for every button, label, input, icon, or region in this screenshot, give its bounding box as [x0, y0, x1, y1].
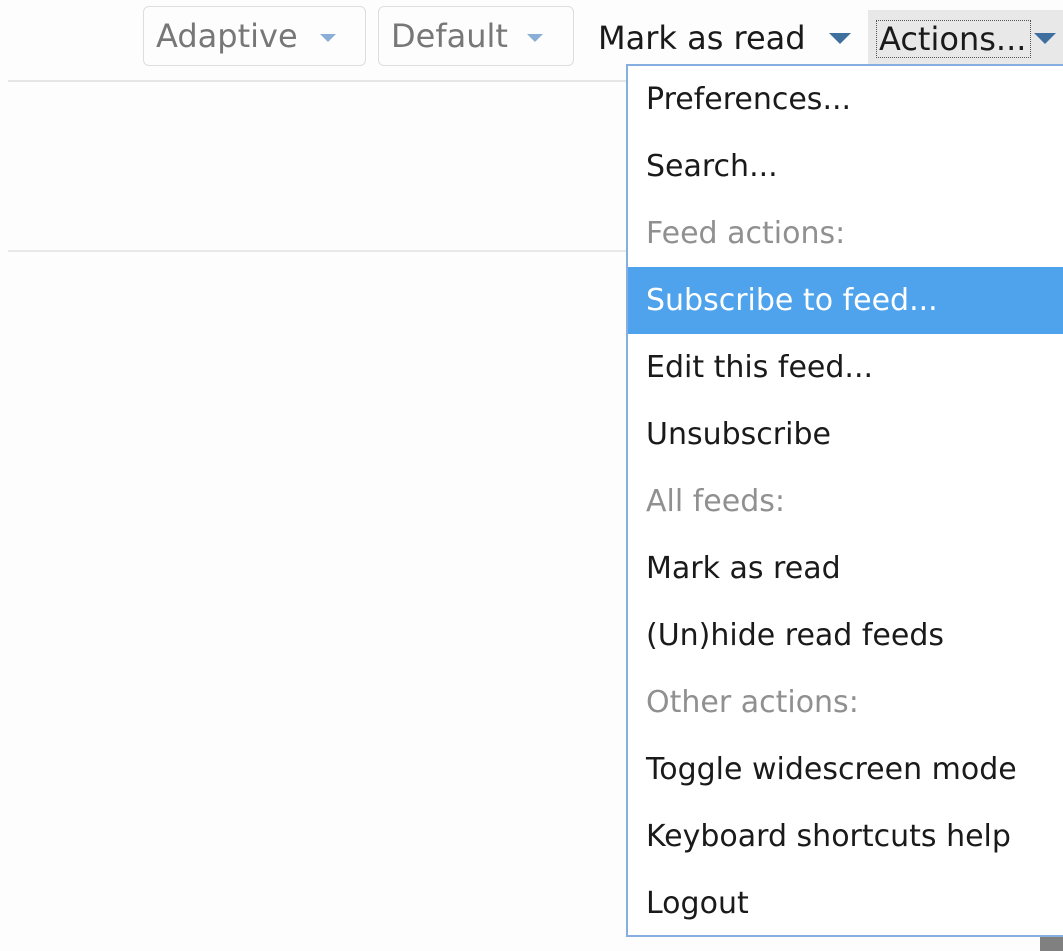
scrollbar-corner [1040, 937, 1063, 951]
chevron-down-icon [527, 34, 543, 42]
menu-item-edit-feed[interactable]: Edit this feed... [628, 334, 1063, 401]
menu-heading-feed-actions: Feed actions: [646, 216, 846, 251]
actions-dropdown-menu: Preferences... Search... Feed actions: S… [626, 64, 1063, 937]
content-divider [8, 250, 628, 252]
view-mode-value: Adaptive [156, 17, 298, 55]
menu-item-subscribe[interactable]: Subscribe to feed... [628, 267, 1063, 334]
order-by-value: Default [391, 17, 508, 55]
actions-label: Actions... [876, 20, 1032, 58]
menu-item-unsubscribe[interactable]: Unsubscribe [628, 401, 1063, 468]
menu-item-toggle-widescreen[interactable]: Toggle widescreen mode [628, 736, 1063, 803]
menu-item-logout[interactable]: Logout [628, 870, 1063, 937]
menu-item-mark-as-read[interactable]: Mark as read [628, 535, 1063, 602]
page: Adaptive Default Mark as read Actions...… [0, 0, 1063, 951]
caret-down-icon [1034, 33, 1056, 44]
actions-menu-button[interactable]: Actions... [868, 10, 1063, 66]
menu-item-unhide-read-feeds[interactable]: (Un)hide read feeds [628, 602, 1063, 669]
caret-down-icon[interactable] [829, 33, 851, 44]
menu-heading-all-feeds: All feeds: [646, 484, 785, 519]
menu-item-search[interactable]: Search... [628, 133, 1063, 200]
menu-heading-other-actions: Other actions: [646, 685, 859, 720]
mark-as-read-button[interactable]: Mark as read [598, 10, 806, 66]
menu-item-keyboard-help[interactable]: Keyboard shortcuts help [628, 803, 1063, 870]
chevron-down-icon [320, 34, 336, 42]
menu-item-preferences[interactable]: Preferences... [628, 66, 1063, 133]
view-mode-select[interactable]: Adaptive [143, 6, 366, 66]
order-by-select[interactable]: Default [378, 6, 574, 66]
